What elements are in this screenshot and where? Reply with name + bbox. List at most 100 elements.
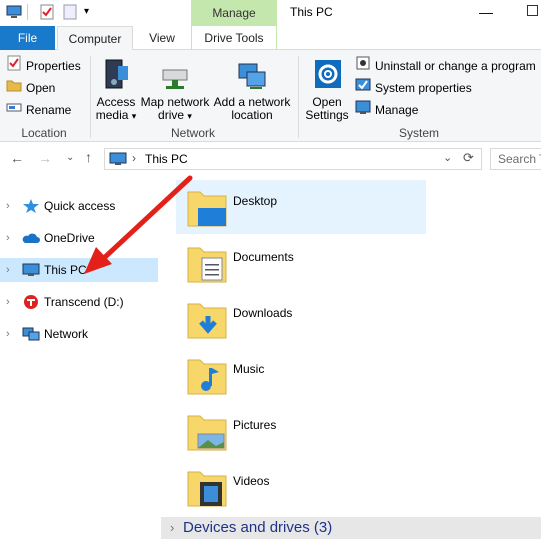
- nav-item-this-pc[interactable]: › This PC: [0, 258, 158, 282]
- pictures-folder-icon: [186, 410, 228, 455]
- desktop-folder-icon: [186, 186, 228, 231]
- group-divider: [298, 56, 299, 138]
- nav-label: Network: [44, 327, 89, 341]
- nav-item-network[interactable]: › Network: [0, 322, 158, 346]
- tab-view[interactable]: View: [136, 26, 188, 50]
- breadcrumb-chevron-icon[interactable]: ›: [132, 151, 136, 165]
- dropdown-arrow-icon: ▾: [131, 111, 137, 121]
- new-folder-quick-icon[interactable]: [63, 4, 77, 23]
- address-bar[interactable]: › This PC ⌄ ⟳: [104, 148, 482, 170]
- folder-name: Documents: [233, 250, 294, 264]
- nav-label: Transcend (D:): [44, 295, 124, 309]
- folder-item-videos[interactable]: Videos: [176, 460, 426, 514]
- address-dropdown-icon[interactable]: ⌄: [443, 151, 452, 164]
- documents-folder-icon: [186, 242, 228, 287]
- expand-chevron-icon[interactable]: ›: [6, 322, 10, 346]
- expand-chevron-icon[interactable]: ›: [6, 290, 10, 314]
- content-pane: Desktop Documents Downloads Music Pictur…: [161, 176, 541, 544]
- settings-gear-icon: [302, 56, 352, 96]
- customize-toolbar-icon[interactable]: ▾: [84, 6, 89, 17]
- devices-and-drives-header[interactable]: › Devices and drives (3): [161, 517, 541, 539]
- folder-name: Pictures: [233, 418, 277, 432]
- devices-header-label: Devices and drives (3): [183, 519, 333, 536]
- system-group-label: System: [398, 126, 439, 140]
- folder-name: Videos: [233, 474, 270, 488]
- manage-label: Manage: [375, 103, 419, 117]
- tab-drive-tools[interactable]: Drive Tools: [191, 26, 277, 50]
- system-properties-icon: [355, 77, 371, 99]
- window-title: This PC: [290, 5, 333, 19]
- access-media-button[interactable]: Access media ▾: [93, 56, 139, 123]
- open-label: Open: [26, 81, 56, 95]
- videos-folder-icon: [186, 466, 228, 511]
- network-icon: [22, 326, 40, 342]
- folder-item-music[interactable]: Music: [176, 348, 426, 402]
- nav-label: This PC: [44, 263, 87, 277]
- dropdown-arrow-icon: ▾: [187, 111, 192, 121]
- back-arrow-icon[interactable]: ←: [10, 150, 24, 166]
- maximize-button[interactable]: [527, 5, 538, 16]
- rename-label: Rename: [26, 103, 72, 117]
- properties-button[interactable]: Properties: [6, 55, 81, 76]
- folder-item-desktop[interactable]: Desktop: [176, 180, 426, 234]
- search-input[interactable]: Search T: [490, 148, 541, 170]
- refresh-icon[interactable]: ⟳: [463, 150, 474, 166]
- minimize-button[interactable]: —: [479, 4, 493, 20]
- folder-name: Downloads: [233, 306, 293, 320]
- nav-item-quick-access[interactable]: › Quick access: [0, 194, 158, 218]
- folder-item-documents[interactable]: Documents: [176, 236, 426, 290]
- expand-chevron-icon[interactable]: ›: [6, 226, 10, 250]
- network-drive-icon: [139, 56, 211, 96]
- up-arrow-icon[interactable]: ↑: [85, 149, 92, 165]
- uninstall-icon: [355, 55, 371, 77]
- location-group-label: Location: [21, 126, 67, 140]
- uninstall-program-button[interactable]: Uninstall or change a program: [355, 56, 536, 76]
- navigation-pane: › Quick access › OneDrive › This PC › Tr…: [0, 176, 161, 544]
- rename-button[interactable]: Rename: [6, 100, 71, 120]
- tab-file[interactable]: File: [0, 26, 55, 50]
- properties-label: Properties: [26, 59, 81, 73]
- network-location-icon: [211, 56, 293, 96]
- open-button[interactable]: Open: [6, 78, 55, 98]
- computer-icon: [22, 262, 40, 278]
- rename-icon: [6, 99, 22, 121]
- breadcrumb-this-pc[interactable]: This PC: [145, 152, 188, 166]
- map-drive-label-2: drive: [158, 108, 185, 122]
- add-location-label-2: location: [231, 108, 273, 122]
- nav-item-transcend-drive[interactable]: › Transcend (D:): [0, 290, 158, 314]
- expand-chevron-icon[interactable]: ›: [6, 258, 10, 282]
- this-pc-icon: [109, 152, 127, 169]
- forward-arrow-icon[interactable]: →: [38, 150, 52, 166]
- title-divider: [27, 4, 28, 20]
- uninstall-label: Uninstall or change a program: [375, 59, 536, 73]
- downloads-folder-icon: [186, 298, 228, 343]
- add-network-location-button[interactable]: Add a network location: [211, 56, 293, 122]
- media-device-icon: [93, 56, 139, 96]
- manage-button[interactable]: Manage: [355, 100, 418, 120]
- nav-label: Quick access: [44, 199, 116, 213]
- folder-item-pictures[interactable]: Pictures: [176, 404, 426, 458]
- access-media-label-2: media: [95, 108, 129, 122]
- expand-chevron-icon[interactable]: ›: [170, 517, 174, 539]
- expand-chevron-icon[interactable]: ›: [6, 194, 10, 218]
- title-bar: ▾ Manage This PC —: [0, 0, 541, 26]
- manage-context-tab[interactable]: Manage: [191, 0, 277, 26]
- folder-name: Music: [233, 362, 265, 376]
- system-properties-button[interactable]: System properties: [355, 78, 472, 98]
- group-divider: [90, 56, 91, 138]
- properties-quick-icon[interactable]: [39, 4, 55, 23]
- nav-item-onedrive[interactable]: › OneDrive: [0, 226, 158, 250]
- open-folder-icon: [6, 77, 22, 99]
- open-settings-button[interactable]: Open Settings: [302, 56, 352, 122]
- star-icon: [22, 198, 40, 214]
- ribbon-tabs: File Computer View Drive Tools: [0, 26, 541, 51]
- recent-locations-icon[interactable]: ⌄: [66, 152, 74, 163]
- tab-computer[interactable]: Computer: [57, 26, 133, 51]
- cloud-icon: [22, 230, 40, 246]
- system-properties-label: System properties: [375, 81, 472, 95]
- manage-icon: [355, 99, 371, 121]
- folder-name: Desktop: [233, 194, 278, 208]
- folder-item-downloads[interactable]: Downloads: [176, 292, 426, 346]
- computer-icon: [6, 5, 22, 22]
- map-network-drive-button[interactable]: Map network drive ▾: [139, 56, 211, 123]
